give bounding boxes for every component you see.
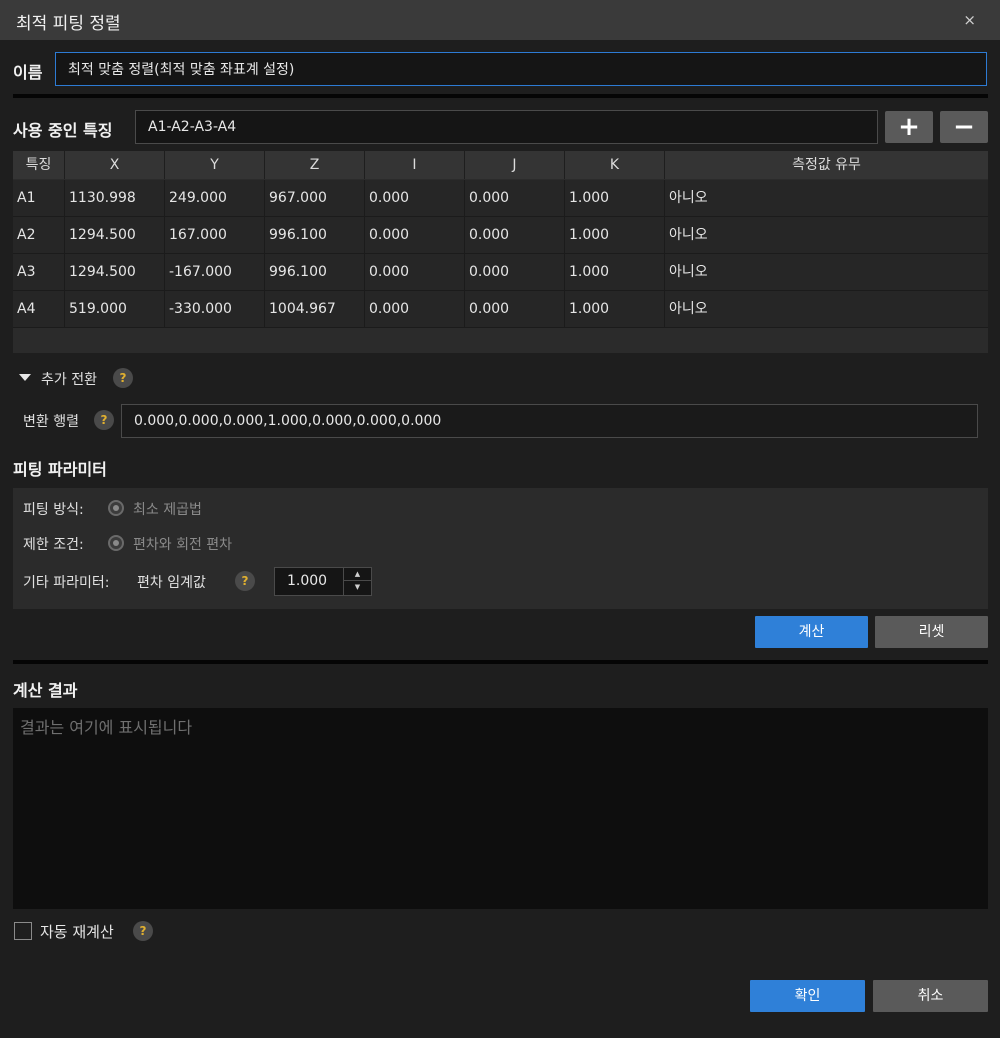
spin-down-icon[interactable]: ▼ xyxy=(344,581,371,594)
table-cell: A4 xyxy=(13,291,65,328)
table-cell: A2 xyxy=(13,217,65,254)
method-radio-label: 최소 제곱법 xyxy=(133,502,202,518)
table-cell: 1004.967 xyxy=(265,291,365,328)
auto-recalc-checkbox[interactable] xyxy=(14,922,32,940)
table-cell: 아니오 xyxy=(669,190,708,206)
table-cell: 996.100 xyxy=(265,217,365,254)
result-area[interactable]: 결과는 여기에 표시됩니다 xyxy=(13,708,988,909)
table-cell: 0.000 xyxy=(365,254,465,291)
column-header[interactable]: K xyxy=(565,151,665,179)
table-cell: A1 xyxy=(13,180,65,217)
features-label: 사용 중인 특징 xyxy=(13,121,113,140)
remove-feature-button[interactable]: − xyxy=(940,111,988,143)
title-bar: 최적 피팅 정렬 × xyxy=(0,0,1000,40)
extra-transform-label[interactable]: 추가 전환 xyxy=(41,369,97,389)
table-cell: 아니오 xyxy=(669,227,708,243)
table-cell: 996.100 xyxy=(265,254,365,291)
table-cell: 1294.500 xyxy=(65,254,165,291)
table-row[interactable]: A1 1130.998 249.000 967.000 0.000 0.000 … xyxy=(13,180,988,217)
help-icon[interactable]: ? xyxy=(133,921,153,941)
spin-buttons: ▲ ▼ xyxy=(343,568,371,595)
fitting-method-label: 피팅 방식: xyxy=(23,502,84,518)
table-cell: 249.000 xyxy=(165,180,265,217)
column-header[interactable]: 측정값 유무 xyxy=(665,151,988,179)
table-cell: 1.000 xyxy=(565,254,665,291)
constraint-radio-label: 편차와 회전 편차 xyxy=(133,537,233,553)
table-cell: 0.000 xyxy=(365,291,465,328)
method-radio[interactable] xyxy=(108,500,124,516)
table-cell: 1.000 xyxy=(565,291,665,328)
help-icon[interactable]: ? xyxy=(113,368,133,388)
plus-icon: + xyxy=(898,112,920,142)
window-title: 최적 피팅 정렬 xyxy=(16,14,121,34)
table-cell: -330.000 xyxy=(165,291,265,328)
spin-up-icon[interactable]: ▲ xyxy=(344,568,371,581)
column-header[interactable]: Z xyxy=(265,151,365,179)
table-cell: 1.000 xyxy=(565,180,665,217)
table-cell: 0.000 xyxy=(465,291,565,328)
ok-button[interactable]: 확인 xyxy=(750,980,865,1012)
table-cell: 아니오 xyxy=(669,301,708,317)
threshold-value[interactable]: 1.000 xyxy=(287,573,327,589)
table-row[interactable]: A3 1294.500 -167.000 996.100 0.000 0.000… xyxy=(13,254,988,291)
table-cell: 967.000 xyxy=(265,180,365,217)
table-cell: 519.000 xyxy=(65,291,165,328)
column-header[interactable]: X xyxy=(65,151,165,179)
table-row[interactable]: A4 519.000 -330.000 1004.967 0.000 0.000… xyxy=(13,291,988,328)
help-icon[interactable]: ? xyxy=(235,571,255,591)
add-feature-button[interactable]: + xyxy=(885,111,933,143)
table-row[interactable]: A2 1294.500 167.000 996.100 0.000 0.000 … xyxy=(13,217,988,254)
divider xyxy=(13,94,988,98)
table-cell: 0.000 xyxy=(465,180,565,217)
minus-icon: − xyxy=(953,112,975,142)
table-cell: 0.000 xyxy=(465,217,565,254)
table-header: 특징 X Y Z I J K 측정값 유무 xyxy=(13,151,988,179)
table-cell: 아니오 xyxy=(669,264,708,280)
reset-button[interactable]: 리셋 xyxy=(875,616,988,648)
name-label: 이름 xyxy=(13,63,43,82)
result-title: 계산 결과 xyxy=(13,681,78,700)
table-cell: -167.000 xyxy=(165,254,265,291)
result-placeholder: 결과는 여기에 표시됩니다 xyxy=(20,718,193,737)
table-cell: 167.000 xyxy=(165,217,265,254)
table-cell: 1.000 xyxy=(565,217,665,254)
cancel-button[interactable]: 취소 xyxy=(873,980,988,1012)
divider xyxy=(13,660,988,664)
transform-matrix-input[interactable]: 0.000,0.000,0.000,1.000,0.000,0.000,0.00… xyxy=(121,404,978,438)
features-input[interactable]: A1-A2-A3-A4 xyxy=(135,110,878,144)
name-input[interactable]: 최적 맞춤 정렬(최적 맞춤 좌표계 설정) xyxy=(55,52,987,86)
table-cell: A3 xyxy=(13,254,65,291)
matrix-label: 변환 행렬 xyxy=(23,414,79,430)
column-header[interactable]: I xyxy=(365,151,465,179)
other-params-label: 기타 파라미터: xyxy=(23,575,110,591)
threshold-spinbox[interactable]: 1.000 ▲ ▼ xyxy=(274,567,372,596)
table-cell: 1130.998 xyxy=(65,180,165,217)
features-table[interactable]: 특징 X Y Z I J K 측정값 유무 A1 1130.998 249.00… xyxy=(13,151,988,353)
collapse-triangle-icon[interactable] xyxy=(19,374,31,381)
column-header[interactable]: J xyxy=(465,151,565,179)
auto-recalc-label[interactable]: 자동 재계산 xyxy=(40,921,114,942)
fitting-params-title: 피팅 파라미터 xyxy=(13,460,107,479)
help-icon[interactable]: ? xyxy=(94,410,114,430)
calculate-button[interactable]: 계산 xyxy=(755,616,868,648)
table-cell: 1294.500 xyxy=(65,217,165,254)
column-header[interactable]: Y xyxy=(165,151,265,179)
constraint-radio[interactable] xyxy=(108,535,124,551)
threshold-label: 편차 임계값 xyxy=(137,575,206,591)
table-cell: 0.000 xyxy=(365,217,465,254)
constraint-label: 제한 조건: xyxy=(23,537,84,553)
close-icon[interactable]: × xyxy=(963,11,976,29)
table-cell: 0.000 xyxy=(365,180,465,217)
column-header[interactable]: 특징 xyxy=(13,151,65,179)
table-cell: 0.000 xyxy=(465,254,565,291)
